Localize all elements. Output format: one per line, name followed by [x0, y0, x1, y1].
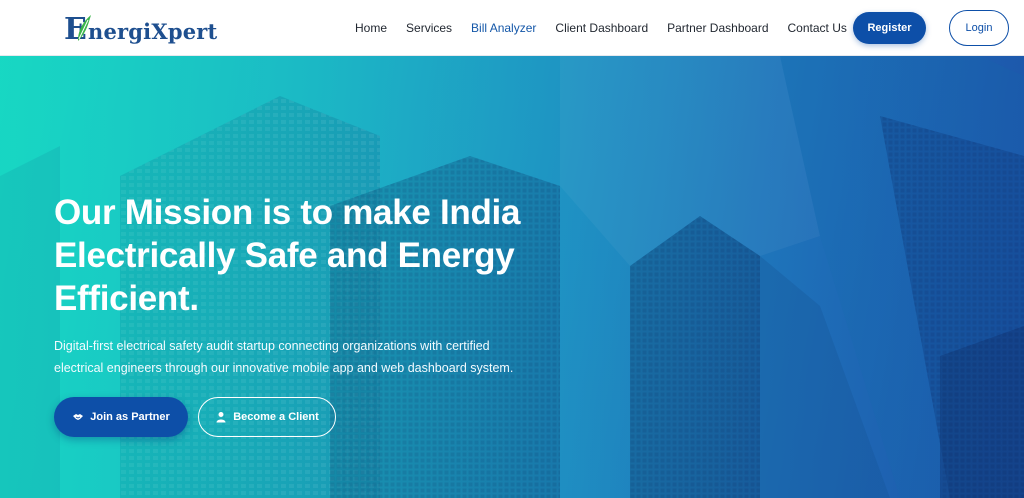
brand-name: nergiXpert: [88, 18, 218, 44]
hero-title: Our Mission is to make India Electricall…: [54, 191, 594, 320]
handshake-icon: [72, 411, 84, 423]
nav-contact-us[interactable]: Contact Us: [788, 21, 847, 35]
hero-subtitle-line: Digital-first electrical safety audit st…: [54, 339, 490, 353]
site-header: E nergiXpert Home Services Bill Analyzer…: [0, 0, 1024, 56]
hero-section: Our Mission is to make India Electricall…: [0, 56, 1024, 498]
hero-title-line: Our Mission is to make India: [54, 193, 521, 232]
nav-partner-dashboard[interactable]: Partner Dashboard: [667, 21, 768, 35]
register-button[interactable]: Register: [853, 12, 926, 44]
hero-title-line: Efficient.: [54, 279, 199, 318]
nav-services[interactable]: Services: [406, 21, 452, 35]
login-button[interactable]: Login: [949, 10, 1009, 46]
nav-client-dashboard[interactable]: Client Dashboard: [555, 21, 648, 35]
logo-mark-icon: E: [64, 11, 92, 47]
nav-home[interactable]: Home: [355, 21, 387, 35]
main-nav: Home Services Bill Analyzer Client Dashb…: [355, 0, 866, 56]
join-as-partner-label: Join as Partner: [90, 411, 170, 423]
become-a-client-button[interactable]: Become a Client: [198, 397, 336, 437]
hero-subtitle: Digital-first electrical safety audit st…: [54, 335, 574, 379]
join-as-partner-button[interactable]: Join as Partner: [54, 397, 188, 437]
user-icon: [215, 411, 227, 423]
hero-subtitle-line: electrical engineers through our innovat…: [54, 361, 514, 375]
logo[interactable]: E nergiXpert: [64, 10, 218, 47]
become-a-client-label: Become a Client: [233, 411, 319, 423]
hero-title-line: Electrically Safe and Energy: [54, 236, 515, 275]
nav-bill-analyzer[interactable]: Bill Analyzer: [471, 21, 536, 35]
